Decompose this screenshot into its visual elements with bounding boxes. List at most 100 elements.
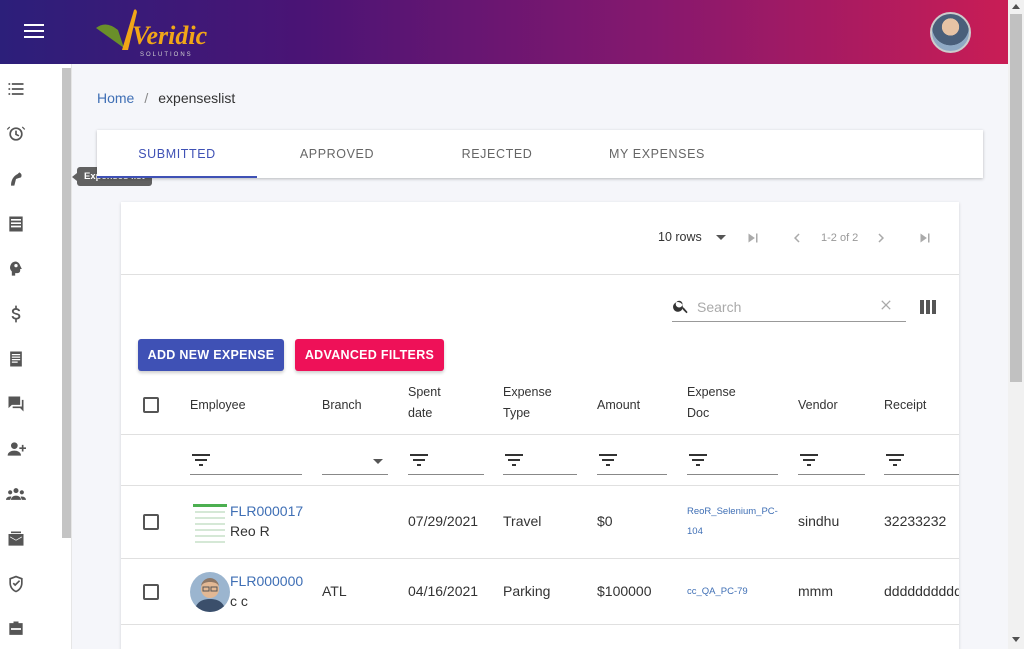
amount-cell: $100000 — [597, 583, 652, 599]
column-header-branch[interactable]: Branch — [322, 395, 362, 416]
shield-icon[interactable] — [6, 574, 26, 594]
search-icon — [673, 300, 688, 314]
filter-icon — [505, 454, 523, 466]
page-range: 1-2 of 2 — [821, 232, 859, 244]
first-page-icon[interactable] — [744, 229, 762, 247]
receipt-icon[interactable] — [6, 214, 26, 234]
clear-search-icon[interactable] — [878, 297, 894, 313]
document-icon[interactable] — [6, 349, 26, 369]
column-header-spent-date[interactable]: Spent date — [408, 382, 441, 424]
table-row[interactable]: FLR000000 c c ATL 04/16/2021 Parking $10… — [121, 559, 959, 625]
active-tab-indicator — [97, 176, 257, 178]
employee-id-link[interactable]: FLR000017 — [230, 503, 303, 519]
filter-icon — [410, 454, 428, 466]
column-header-expense-type[interactable]: Expense Type — [503, 382, 552, 424]
employee-id-link[interactable]: FLR000000 — [230, 573, 303, 589]
filter-expense-type[interactable] — [503, 450, 577, 475]
briefcase-icon[interactable] — [6, 619, 26, 639]
column-header-type-line1: Expense — [503, 385, 552, 399]
breadcrumb-separator: / — [144, 90, 149, 106]
expenses-table-card: 10 rows 1-2 of 2 ADD NEW EXPENSE ADVANCE… — [121, 202, 959, 649]
next-page-icon[interactable] — [872, 229, 890, 247]
brain-icon[interactable] — [6, 259, 26, 279]
previous-page-icon[interactable] — [788, 229, 806, 247]
tab-my-expenses[interactable]: MY EXPENSES — [577, 130, 737, 178]
column-header-vendor[interactable]: Vendor — [798, 395, 838, 416]
filter-amount[interactable] — [597, 450, 667, 475]
expense-doc-link[interactable]: ReoR_Selenium_PC- 104 — [687, 502, 778, 542]
spent-date-cell: 04/16/2021 — [408, 583, 479, 599]
breadcrumb-current: expenseslist — [158, 90, 236, 106]
sidebar — [0, 64, 72, 649]
app-header: Veridic SOLUTIONS — [0, 0, 1008, 64]
row-checkbox[interactable] — [143, 584, 159, 600]
rows-dropdown-icon[interactable] — [716, 235, 726, 240]
menu-icon[interactable] — [24, 24, 44, 40]
expense-doc-line2: 104 — [687, 526, 703, 537]
branch-dropdown-icon[interactable] — [373, 459, 383, 464]
column-header-receipt[interactable]: Receipt — [884, 395, 926, 416]
expense-type-cell: Travel — [503, 513, 542, 529]
rows-per-page-select[interactable]: 10 rows — [658, 230, 702, 244]
column-header-doc-line2: Doc — [687, 406, 710, 420]
view-columns-icon[interactable] — [920, 300, 936, 314]
scroll-thumb[interactable] — [1010, 14, 1022, 382]
filter-employee[interactable] — [190, 450, 302, 475]
filter-expense-doc[interactable] — [687, 450, 778, 475]
scroll-down-arrow-icon[interactable] — [1012, 637, 1020, 642]
expenses-icon[interactable] — [6, 169, 26, 189]
employee-name: Reo R — [230, 523, 270, 539]
spent-date-cell: 07/29/2021 — [408, 513, 479, 529]
filter-branch-select[interactable] — [322, 450, 388, 475]
column-header-doc-line1: Expense — [687, 385, 736, 399]
filter-icon — [689, 454, 707, 466]
sidebar-scroll-thumb[interactable] — [62, 68, 71, 538]
veridic-logo[interactable]: Veridic SOLUTIONS — [92, 6, 212, 60]
last-page-icon[interactable] — [916, 229, 934, 247]
search-input[interactable] — [697, 296, 877, 318]
filter-receipt[interactable] — [884, 450, 959, 475]
add-new-expense-button[interactable]: ADD NEW EXPENSE — [138, 339, 284, 371]
mail-icon[interactable] — [6, 529, 26, 549]
expense-doc-link[interactable]: cc_QA_PC-79 — [687, 582, 748, 602]
filter-vendor[interactable] — [798, 450, 865, 475]
svg-text:Veridic: Veridic — [132, 21, 208, 50]
select-all-checkbox[interactable] — [143, 397, 159, 413]
column-header-expense-doc[interactable]: Expense Doc — [687, 382, 736, 424]
vendor-cell: sindhu — [798, 513, 840, 529]
tab-approved[interactable]: APPROVED — [257, 130, 417, 178]
group-icon[interactable] — [6, 484, 26, 504]
column-header-type-line2: Type — [503, 406, 531, 420]
receipt-cell: dddddddddd — [884, 583, 959, 599]
filter-spent-date[interactable] — [408, 450, 484, 475]
row-checkbox[interactable] — [143, 514, 159, 530]
alarm-icon[interactable] — [6, 124, 26, 144]
scroll-up-arrow-icon[interactable] — [1012, 4, 1020, 9]
search-field — [672, 291, 906, 322]
tab-submitted[interactable]: SUBMITTED — [97, 130, 257, 178]
branch-cell: ATL — [322, 583, 347, 599]
amount-cell: $0 — [597, 513, 613, 529]
breadcrumb: Home / expenseslist — [97, 90, 235, 106]
chat-icon[interactable] — [6, 394, 26, 414]
column-header-spent-line1: Spent — [408, 385, 441, 399]
column-header-spent-line2: date — [408, 406, 433, 420]
expense-doc-line1: ReoR_Selenium_PC- — [687, 506, 778, 517]
breadcrumb-home-link[interactable]: Home — [97, 90, 134, 106]
expense-tabs: SUBMITTED APPROVED REJECTED MY EXPENSES — [97, 130, 983, 178]
add-user-icon[interactable] — [6, 439, 27, 459]
employee-document-thumbnail — [193, 504, 227, 543]
user-avatar[interactable] — [930, 12, 971, 53]
filter-icon — [886, 454, 904, 466]
dollar-icon[interactable] — [6, 304, 26, 324]
column-header-amount[interactable]: Amount — [597, 395, 640, 416]
column-header-employee[interactable]: Employee — [190, 395, 246, 416]
table-row[interactable]: FLR000017 Reo R 07/29/2021 Travel $0 Reo… — [121, 486, 959, 559]
employee-avatar — [190, 572, 230, 612]
expense-type-cell: Parking — [503, 583, 551, 599]
checklist-icon[interactable] — [6, 79, 26, 99]
advanced-filters-button[interactable]: ADVANCED FILTERS — [295, 339, 444, 371]
page-scrollbar[interactable] — [1008, 0, 1024, 649]
tab-rejected[interactable]: REJECTED — [417, 130, 577, 178]
svg-text:SOLUTIONS: SOLUTIONS — [140, 52, 193, 58]
